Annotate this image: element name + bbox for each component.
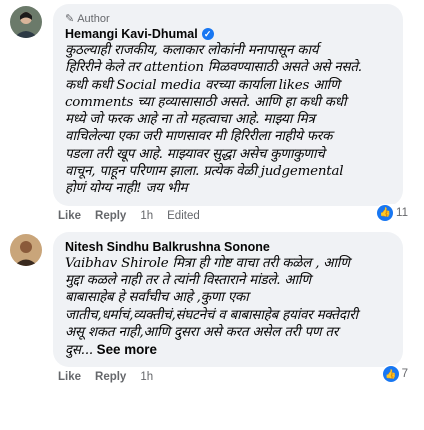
- text-line: पडला तरी खूप आहे. माझ्यावर सुद्धा असेच क…: [65, 146, 325, 162]
- text-line: वाचिलेल्या एका जरी माणसावर मी हिरिरीला न…: [65, 129, 333, 145]
- like-button[interactable]: Like: [58, 371, 81, 383]
- comment-author[interactable]: Nitesh Sindhu Balkrushna Sonone: [65, 240, 391, 254]
- comment-actions: Like Reply 1h: [53, 371, 424, 383]
- thumbs-up-icon: 👍: [382, 366, 399, 383]
- text-line: कधी कधी Social media वरच्या कार्याला lik…: [65, 77, 340, 93]
- text-line: मुद्दा कळले नाही तर ते त्यांनी विस्तारान…: [65, 272, 311, 288]
- comment-1: ✎ Author Hemangi Kavi-Dhumal ✓ कुठल्याही…: [0, 4, 424, 222]
- author-name[interactable]: Hemangi Kavi-Dhumal: [65, 27, 198, 41]
- comment-bubble: ✎ Author Hemangi Kavi-Dhumal ✓ कुठल्याही…: [53, 4, 403, 206]
- reaction-count[interactable]: 👍 11: [375, 203, 410, 222]
- text-line: होणं योग्य नाही! जय भीम: [65, 181, 188, 197]
- text-line: कुठल्याही राजकीय, कलाकार लोकांनी मनापासू…: [65, 43, 319, 58]
- text-line: Vaibhav Shirole मित्रा ही गोष्ट वाचा तरी…: [65, 255, 350, 271]
- text-line: मध्ये जो फरक आहे ना तो महत्वाचा आहे. माझ…: [65, 112, 315, 128]
- comment-bubble: Nitesh Sindhu Balkrushna Sonone Vaibhav …: [53, 231, 403, 368]
- verified-icon: ✓: [201, 28, 214, 40]
- reply-button[interactable]: Reply: [95, 210, 126, 222]
- comment-author[interactable]: Hemangi Kavi-Dhumal ✓: [65, 27, 391, 41]
- reaction-number: 11: [396, 206, 408, 219]
- edited-label: Edited: [167, 209, 200, 222]
- author-name[interactable]: Nitesh Sindhu Balkrushna Sonone: [65, 240, 270, 254]
- text-line: comments च्या हव्यासासाठी असते. आणि हा क…: [65, 94, 347, 110]
- text-line: बाबासाहेब हे सर्वांचीच आहे ,कुणा एका: [65, 290, 249, 306]
- text-line-with-more: दुस... See more: [65, 341, 391, 359]
- text-line: दुस...: [65, 343, 93, 359]
- timestamp[interactable]: 1h: [140, 210, 153, 222]
- avatar[interactable]: [10, 6, 42, 38]
- text-line: जातीच,धर्माचं,व्यक्तीचं,संघटनेचं व बाबास…: [65, 307, 358, 323]
- thumbs-up-icon: 👍: [377, 204, 394, 221]
- reply-button[interactable]: Reply: [95, 371, 126, 383]
- comment-text: Vaibhav Shirole मित्रा ही गोष्ट वाचा तरी…: [65, 255, 391, 360]
- comment-actions: Like Reply 1h Edited: [53, 210, 424, 222]
- author-badge-label: Author: [77, 12, 110, 25]
- timestamp[interactable]: 1h: [140, 371, 153, 383]
- author-badge: ✎ Author: [65, 12, 391, 26]
- reaction-number: 7: [401, 368, 408, 381]
- comment-2: Nitesh Sindhu Balkrushna Sonone Vaibhav …: [0, 231, 424, 384]
- avatar[interactable]: [10, 233, 42, 266]
- text-line: असू शकत नाही,आणि दुसरा असे करत असेल तरी …: [65, 324, 339, 340]
- text-line: वाचून, पाहून परिणाम झाला. प्रत्येक वेळी …: [65, 164, 344, 180]
- pencil-icon: ✎: [65, 13, 75, 25]
- see-more-link[interactable]: See more: [97, 342, 157, 357]
- text-line: हिरिरीने केले तर attention मिळवण्यासाठी …: [65, 60, 362, 76]
- like-button[interactable]: Like: [58, 210, 81, 222]
- comment-text: कुठल्याही राजकीय, कलाकार लोकांनी मनापासू…: [65, 42, 391, 198]
- reaction-count[interactable]: 👍 7: [380, 365, 410, 384]
